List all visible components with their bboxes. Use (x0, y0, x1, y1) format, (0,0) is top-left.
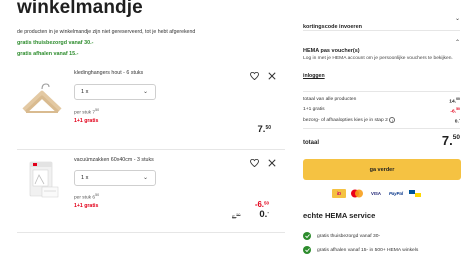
summary-label-products: totaal van alle producten (303, 97, 357, 102)
login-hint: Log in met je HEMA account om je persoon… (303, 56, 453, 61)
check-icon (303, 232, 311, 240)
bancontact-icon (408, 189, 422, 198)
per-piece-price: per stuk 650 (74, 193, 100, 201)
login-link[interactable]: inloggen (303, 73, 325, 79)
heart-icon[interactable] (248, 157, 260, 169)
service-title: echte HEMA service (303, 211, 376, 220)
item-old-price: 6.50 (232, 213, 241, 221)
item-price: 0.- (259, 209, 269, 220)
chevron-down-icon: ⌄ (142, 89, 148, 95)
item-name[interactable]: vacuümzakken 60x40cm - 3 stuks (74, 157, 154, 163)
mastercard-icon (350, 189, 364, 198)
heart-icon[interactable] (248, 70, 260, 82)
chevron-down-icon: ⌄ (142, 175, 148, 181)
product-image-vacuum-bags[interactable] (20, 160, 64, 200)
quantity-value: 1 x (81, 175, 89, 181)
service-item: gratis thuisbezorgd vanaf 30- (303, 232, 380, 240)
product-image-hangers[interactable] (20, 80, 64, 120)
sidebar-divider (303, 91, 460, 92)
cart-intro-text: de producten in je winkelmandje zijn nie… (17, 29, 196, 35)
close-icon[interactable] (266, 70, 278, 82)
item-discount: -6.50 (254, 200, 269, 209)
coupon-toggle[interactable]: kortingscode invoeren ⌄ (303, 15, 460, 30)
item-divider (17, 149, 285, 150)
info-icon[interactable]: i (389, 117, 396, 123)
promo-free-pickup: gratis afhalen vanaf 15.- (17, 51, 79, 57)
summary-label-deal: 1+1 gratis (303, 107, 325, 112)
deal-badge: 1+1 gratis (74, 118, 99, 124)
check-icon (303, 246, 311, 254)
item-name[interactable]: kledinghangers hout - 6 stuks (74, 70, 143, 76)
summary-value-deal: -6.50 (450, 107, 460, 115)
payment-methods: iD VISA PayPal (332, 188, 422, 198)
checkout-button[interactable]: ga verder (303, 159, 461, 180)
total-label: totaal (303, 140, 320, 146)
summary-value-products: 14.00 (449, 97, 460, 105)
item-divider (17, 232, 285, 233)
voucher-label: HEMA pas voucher(s) (303, 48, 360, 54)
chevron-down-icon: ⌄ (454, 16, 460, 22)
item-price: 7.50 (257, 124, 272, 135)
voucher-toggle[interactable]: HEMA pas voucher(s) ⌃ (303, 39, 460, 54)
sidebar-divider (303, 30, 460, 31)
chevron-up-icon: ⌃ (454, 40, 460, 46)
ideal-icon: iD (332, 188, 346, 198)
paypal-icon: PayPal (388, 190, 404, 196)
promo-free-delivery: gratis thuisbezorgd vanaf 30.- (17, 40, 94, 46)
per-piece-price: per stuk 750 (74, 108, 100, 116)
deal-badge: 1+1 gratis (74, 203, 99, 209)
service-item: gratis afhalen vanaf 15- in 500+ HEMA wi… (303, 246, 418, 254)
page-title: winkelmandje (17, 0, 143, 18)
visa-icon: VISA (370, 190, 382, 196)
sidebar-divider (303, 128, 460, 129)
total-value: 7.50 (441, 133, 460, 148)
close-icon[interactable] (266, 157, 278, 169)
summary-label-delivery: bezorg- of afhaalopties kies je in stap … (303, 117, 396, 123)
quantity-select[interactable]: 1 x ⌄ (74, 170, 156, 186)
quantity-select[interactable]: 1 x ⌄ (74, 84, 156, 100)
quantity-value: 1 x (81, 89, 89, 95)
summary-value-delivery: 0.- (454, 117, 460, 125)
